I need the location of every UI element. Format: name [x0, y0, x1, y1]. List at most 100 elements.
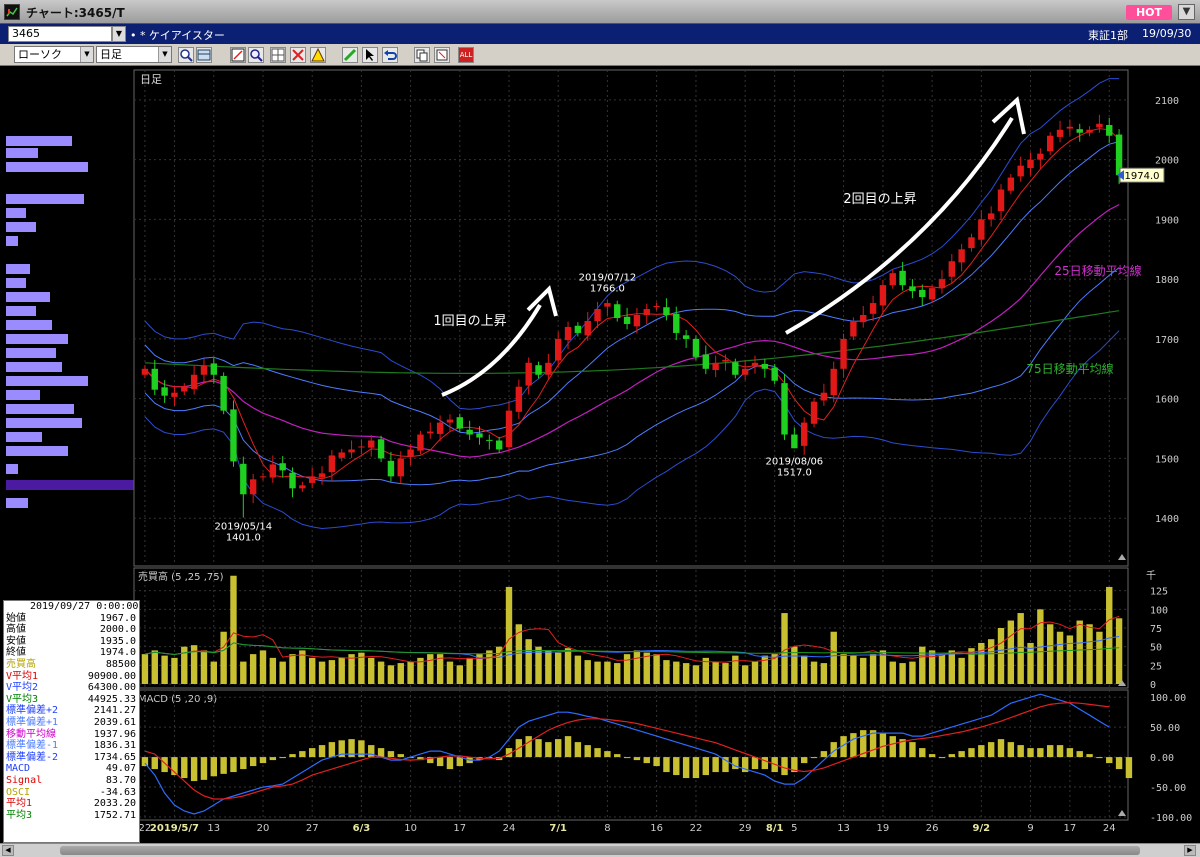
info-label: V平均3 — [6, 693, 39, 705]
layout-icon[interactable] — [196, 47, 212, 63]
warning-icon[interactable] — [310, 47, 326, 63]
price-tick-label: 1700 — [1155, 335, 1179, 346]
info-row: 標準偏差-2 1734.65 — [4, 752, 139, 764]
candle — [446, 419, 454, 423]
symbol-bar: 3465 ▼ • * ケイアイスター 東証1部 19/09/30 — [0, 24, 1200, 44]
osci-bar — [810, 757, 818, 759]
pointer-icon[interactable] — [362, 47, 378, 63]
candle — [1076, 129, 1083, 133]
osci-bar — [1096, 757, 1103, 759]
chart-style-select[interactable]: ローソク ▼ — [14, 46, 94, 63]
date-tick-label: 8/1 — [766, 823, 784, 834]
info-label: 平均1 — [6, 798, 33, 810]
volume-unit: 千 — [1146, 570, 1156, 582]
all-icon[interactable]: ALL — [458, 47, 474, 63]
volume-bar — [741, 665, 749, 684]
volume-bar — [712, 661, 719, 684]
date-tick-label: 6/3 — [353, 823, 371, 834]
code-input[interactable]: 3465 — [8, 26, 112, 42]
candle — [594, 309, 601, 321]
cross-icon[interactable] — [290, 47, 306, 63]
horizontal-scrollbar[interactable]: ◀ ▶ — [0, 843, 1200, 857]
candle — [190, 374, 198, 390]
osci-bar — [220, 757, 227, 774]
volume-bar — [387, 665, 395, 684]
osci-bar — [928, 754, 936, 758]
search-icon[interactable] — [248, 47, 264, 63]
volume-bar — [1017, 613, 1024, 684]
volume-bar — [1066, 635, 1074, 684]
candle — [633, 315, 641, 327]
draw-tool-icon[interactable] — [230, 47, 246, 63]
osci-bar — [968, 748, 975, 758]
zoom-icon[interactable] — [178, 47, 194, 63]
copy-icon[interactable] — [414, 47, 430, 63]
date-tick-label: 22 — [690, 823, 703, 834]
info-value: 1836.31 — [93, 740, 136, 752]
info-label: 始値 — [6, 612, 26, 624]
candle — [938, 279, 946, 289]
info-value: 1937.96 — [93, 728, 136, 740]
volume-bar — [987, 639, 995, 684]
volume-tick-label: 25 — [1150, 661, 1162, 672]
volume-bar — [682, 663, 690, 684]
chevron-down-icon[interactable]: ▼ — [112, 26, 126, 42]
volume-bar — [555, 652, 562, 684]
info-label: MACD — [6, 763, 31, 775]
hot-button[interactable]: HOT — [1126, 5, 1172, 20]
volume-bar — [820, 663, 828, 684]
candle — [171, 392, 178, 397]
scrollbar-thumb[interactable] — [60, 846, 1140, 855]
undo-icon[interactable] — [382, 47, 398, 63]
grid-icon[interactable] — [270, 47, 286, 63]
chart-annotation: 1401.0 — [226, 533, 261, 544]
volume-bar — [948, 650, 955, 684]
candle — [249, 479, 257, 495]
chart-annotation: 2019/07/12 — [579, 272, 637, 283]
osci-bar — [555, 739, 562, 758]
title-bar: チャート:3465/T HOT ▼ — [0, 0, 1200, 24]
scroll-right-icon[interactable]: ▶ — [1184, 845, 1196, 856]
candle — [161, 387, 168, 396]
osci-bar — [692, 757, 700, 779]
delete-icon[interactable] — [434, 47, 450, 63]
candle — [948, 261, 955, 277]
volume-bar — [397, 663, 404, 684]
scroll-left-icon[interactable]: ◀ — [2, 845, 14, 856]
candle — [417, 434, 424, 451]
candle — [368, 440, 375, 448]
osci-bar — [387, 751, 395, 758]
osci-bar — [1066, 748, 1074, 758]
info-row: V平均2 64300.00 — [4, 682, 139, 694]
volume-bar — [899, 663, 906, 684]
volume-bar — [978, 642, 985, 684]
osci-bar — [190, 757, 198, 782]
candle — [968, 237, 975, 249]
osci-bar — [249, 757, 257, 767]
date-tick-label: 2019/5/7 — [150, 823, 199, 834]
osci-bar — [328, 742, 336, 758]
period-select[interactable]: 日足 ▼ — [96, 46, 172, 63]
candle — [436, 422, 444, 434]
candle — [1096, 123, 1103, 128]
window-menu-icon[interactable]: ▼ — [1178, 4, 1195, 20]
volume-bar — [446, 661, 454, 684]
macd-tick-label: 100.00 — [1150, 693, 1186, 704]
candle — [830, 368, 837, 396]
candle — [299, 485, 306, 489]
osci-bar — [309, 748, 316, 758]
volume-bar — [1086, 624, 1093, 684]
osci-bar — [850, 733, 857, 758]
candle — [545, 362, 552, 375]
info-label: 安値 — [6, 635, 26, 647]
osci-bar — [1125, 757, 1133, 779]
price-tick-label: 1800 — [1155, 275, 1179, 286]
volume-bar — [574, 655, 582, 684]
candle — [289, 472, 296, 489]
osci-bar — [397, 754, 404, 758]
candle — [860, 315, 867, 323]
pencil-icon[interactable] — [342, 47, 358, 63]
candle — [889, 273, 896, 286]
candle — [643, 309, 650, 316]
osci-bar — [801, 757, 808, 764]
